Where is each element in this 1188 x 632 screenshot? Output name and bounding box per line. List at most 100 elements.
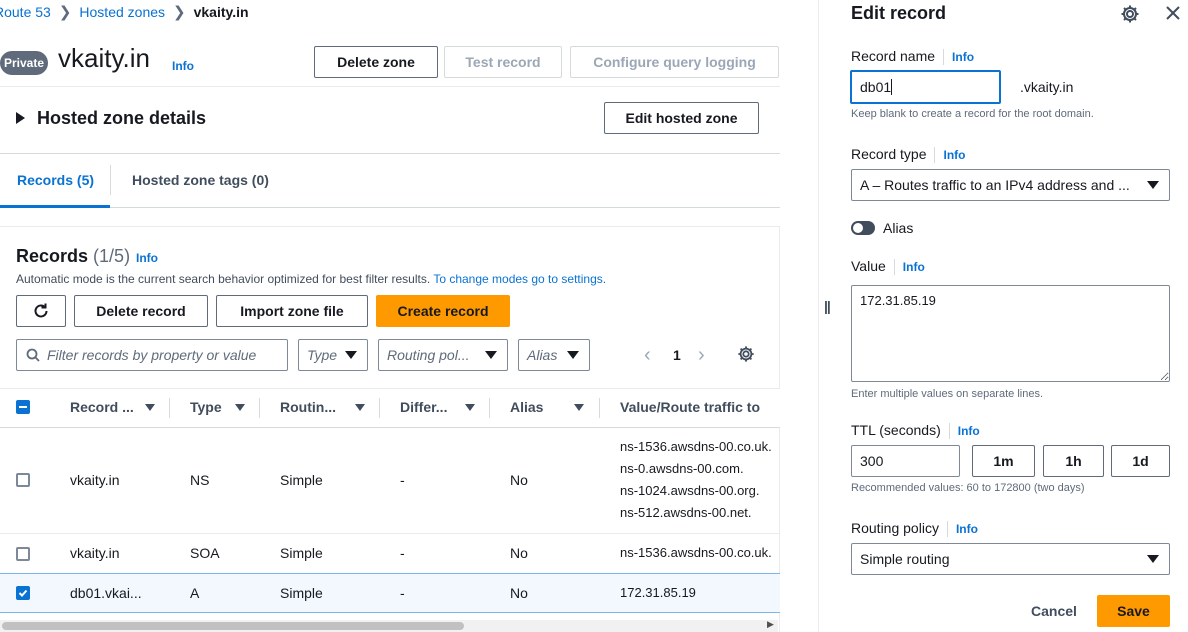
create-record-button[interactable]: Create record xyxy=(376,295,510,327)
record-type-info-link[interactable]: Info xyxy=(943,148,965,162)
close-icon[interactable] xyxy=(1163,3,1183,23)
ttl-label: TTL (seconds) Info xyxy=(851,422,980,440)
routing-policy-select[interactable]: Simple routing xyxy=(851,543,1170,575)
column-type[interactable]: Type xyxy=(190,399,222,415)
tabs-bar xyxy=(0,154,780,208)
zone-info-link[interactable]: Info xyxy=(172,59,194,73)
column-record-name[interactable]: Record ... xyxy=(70,399,134,415)
ttl-value: 300 xyxy=(860,453,884,469)
select-all-checkbox[interactable] xyxy=(16,400,30,414)
record-type-value: A – Routes traffic to an IPv4 address an… xyxy=(860,177,1130,193)
import-zone-file-button[interactable]: Import zone file xyxy=(216,295,368,327)
chevron-right-icon: ❯ xyxy=(58,4,72,21)
checkmark-icon xyxy=(18,589,28,597)
panel-splitter[interactable] xyxy=(818,0,819,632)
row-1-value-2: ns-0.awsdns-00.com. xyxy=(620,461,744,476)
record-name-input[interactable]: db01 xyxy=(850,70,1001,104)
type-filter-select[interactable]: Type xyxy=(298,339,368,371)
records-panel xyxy=(0,226,780,632)
ttl-input[interactable]: 300 xyxy=(851,445,960,477)
value-textarea[interactable] xyxy=(851,285,1170,382)
resize-handle-icon[interactable]: || xyxy=(824,298,831,314)
sort-caret-icon[interactable] xyxy=(465,404,475,411)
ttl-1h-button[interactable]: 1h xyxy=(1043,445,1104,477)
tab-records[interactable]: Records (5) xyxy=(17,172,94,188)
delete-zone-button[interactable]: Delete zone xyxy=(314,46,438,78)
gear-icon[interactable] xyxy=(737,345,755,363)
sort-caret-icon[interactable] xyxy=(235,404,245,411)
toggle-knob xyxy=(853,223,863,233)
column-divider xyxy=(259,398,260,418)
record-name-value: db01 xyxy=(860,79,892,95)
records-count: (1/5) xyxy=(93,246,131,266)
records-title: Records (1/5) xyxy=(16,246,130,267)
test-record-button[interactable]: Test record xyxy=(444,46,562,78)
breadcrumb-hosted-zones[interactable]: Hosted zones xyxy=(79,4,165,20)
private-badge: Private xyxy=(0,51,48,75)
records-description-text: Automatic mode is the current search beh… xyxy=(16,272,431,286)
row-3-value-1: 172.31.85.19 xyxy=(620,585,696,600)
row-3-name: db01.vkai... xyxy=(70,585,142,601)
caret-down-icon xyxy=(1147,555,1159,563)
column-differentiator[interactable]: Differ... xyxy=(400,399,447,415)
row-1-routing: Simple xyxy=(280,472,323,488)
sort-caret-icon[interactable] xyxy=(355,404,365,411)
caret-down-icon xyxy=(1147,181,1159,189)
edit-hosted-zone-button[interactable]: Edit hosted zone xyxy=(604,102,759,134)
filter-placeholder: Filter records by property or value xyxy=(47,347,257,363)
ttl-info-link[interactable]: Info xyxy=(958,424,980,438)
chevron-left-icon[interactable]: ‹ xyxy=(644,344,651,367)
row-2-name: vkaity.in xyxy=(70,545,120,561)
column-routing-policy[interactable]: Routin... xyxy=(280,399,336,415)
scrollbar-thumb[interactable] xyxy=(2,622,464,630)
row-checkbox[interactable] xyxy=(16,473,30,487)
routing-policy-filter-select[interactable]: Routing pol... xyxy=(378,339,508,371)
settings-link[interactable]: To change modes go to settings. xyxy=(433,272,606,286)
caret-right-icon[interactable] xyxy=(16,112,25,124)
records-info-link[interactable]: Info xyxy=(136,251,158,265)
scroll-right-arrow-icon[interactable]: ▶ xyxy=(767,619,774,630)
filter-records-input[interactable]: Filter records by property or value xyxy=(16,339,288,371)
column-value[interactable]: Value/Route traffic to xyxy=(620,399,760,415)
caret-down-icon xyxy=(345,351,357,359)
breadcrumb-current: vkaity.in xyxy=(193,4,249,20)
breadcrumb: Route 53 ❯ Hosted zones ❯ vkaity.in xyxy=(0,3,249,21)
tab-hosted-zone-tags[interactable]: Hosted zone tags (0) xyxy=(132,172,269,188)
value-info-link[interactable]: Info xyxy=(903,260,925,274)
row-checkbox[interactable] xyxy=(16,547,30,561)
row-1-value-1: ns-1536.awsdns-00.co.uk. xyxy=(620,439,772,454)
hosted-zone-details-title[interactable]: Hosted zone details xyxy=(37,108,206,129)
cancel-button[interactable]: Cancel xyxy=(1031,603,1077,619)
record-type-select[interactable]: A – Routes traffic to an IPv4 address an… xyxy=(851,169,1170,201)
ttl-1m-button[interactable]: 1m xyxy=(972,445,1035,477)
delete-record-button[interactable]: Delete record xyxy=(74,295,208,327)
tab-divider xyxy=(110,165,111,195)
row-3-differentiator: - xyxy=(400,585,405,601)
refresh-button[interactable] xyxy=(16,295,66,327)
chevron-right-icon[interactable]: › xyxy=(698,344,705,367)
routing-policy-info-link[interactable]: Info xyxy=(956,522,978,536)
save-button[interactable]: Save xyxy=(1097,595,1170,627)
row-1-name: vkaity.in xyxy=(70,472,120,488)
type-filter-label: Type xyxy=(307,347,338,363)
configure-query-logging-button[interactable]: Configure query logging xyxy=(570,46,779,78)
row-2-type: SOA xyxy=(190,545,220,561)
column-divider xyxy=(379,398,380,418)
ttl-1d-button[interactable]: 1d xyxy=(1111,445,1170,477)
column-alias[interactable]: Alias xyxy=(510,399,543,415)
record-name-info-link[interactable]: Info xyxy=(952,50,974,64)
breadcrumb-route53[interactable]: Route 53 xyxy=(0,4,51,20)
sort-caret-icon[interactable] xyxy=(145,404,155,411)
edit-record-title: Edit record xyxy=(851,3,947,23)
sort-caret-icon[interactable] xyxy=(574,404,584,411)
records-title-text: Records xyxy=(16,246,89,266)
row-3-routing: Simple xyxy=(280,585,323,601)
value-label-text: Value xyxy=(851,258,886,274)
page-number[interactable]: 1 xyxy=(673,347,681,363)
row-2-differentiator: - xyxy=(400,545,405,561)
row-checkbox-checked[interactable] xyxy=(16,586,30,600)
row-1-differentiator: - xyxy=(400,472,405,488)
settings-icon[interactable] xyxy=(1120,4,1140,24)
alias-filter-select[interactable]: Alias xyxy=(518,339,590,371)
text-cursor xyxy=(891,79,893,95)
